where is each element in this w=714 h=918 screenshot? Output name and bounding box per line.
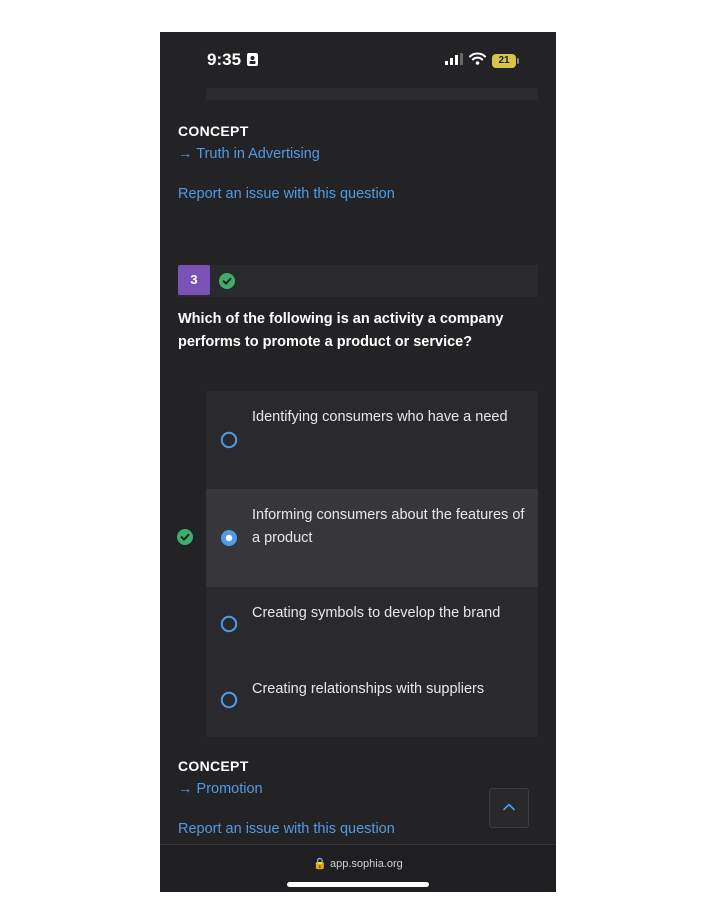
radio-unselected-icon[interactable] xyxy=(220,691,238,714)
wifi-icon xyxy=(469,52,486,70)
concept-heading: CONCEPT xyxy=(178,758,249,774)
answer-option-text: Identifying consumers who have a need xyxy=(252,409,508,425)
scroll-to-top-button[interactable] xyxy=(489,788,529,828)
home-indicator[interactable] xyxy=(287,882,429,887)
person-badge-icon xyxy=(247,53,258,71)
question-header: 3 xyxy=(178,265,538,297)
report-issue-link[interactable]: Report an issue with this question xyxy=(178,186,395,202)
correct-answer-check-icon xyxy=(177,529,193,550)
radio-selected-icon[interactable] xyxy=(220,529,238,552)
concept-link-promotion[interactable]: → Promotion xyxy=(178,781,263,797)
answer-option-text: Creating symbols to develop the brand xyxy=(252,605,501,621)
answer-option-4[interactable]: Creating relationships with suppliers xyxy=(206,663,538,737)
question-text: Which of the following is an activity a … xyxy=(178,311,504,350)
answer-option-1[interactable]: Identifying consumers who have a need xyxy=(206,391,538,489)
previous-answer-strip xyxy=(206,88,538,100)
answer-option-2[interactable]: Informing consumers about the features o… xyxy=(206,489,538,587)
cellular-signal-icon xyxy=(445,52,463,70)
chevron-up-icon xyxy=(503,803,515,811)
url-text: 🔒 app.sophia.org xyxy=(313,858,403,870)
status-time: 9:35 xyxy=(207,50,242,69)
radio-unselected-icon[interactable] xyxy=(220,615,238,638)
browser-address-bar[interactable]: 🔒 app.sophia.org xyxy=(160,844,556,892)
correct-check-icon xyxy=(219,273,235,294)
report-issue-link[interactable]: Report an issue with this question xyxy=(178,821,395,837)
question-number-badge: 3 xyxy=(178,265,210,295)
answer-option-3[interactable]: Creating symbols to develop the brand xyxy=(206,587,538,663)
answer-option-text: Informing consumers about the features o… xyxy=(252,507,525,546)
concept-heading: CONCEPT xyxy=(178,123,249,139)
concept-link-truth-in-advertising[interactable]: → Truth in Advertising xyxy=(178,146,320,162)
status-bar: 9:35 21 xyxy=(160,32,556,88)
phone-screen: 9:35 21 CONCEPT → Truth in Advertising R… xyxy=(160,32,556,892)
answer-option-text: Creating relationships with suppliers xyxy=(252,681,485,697)
battery-level: 21 xyxy=(498,55,510,66)
status-icons: 21 xyxy=(445,52,520,70)
battery-icon: 21 xyxy=(492,54,520,68)
radio-unselected-icon[interactable] xyxy=(220,431,238,454)
